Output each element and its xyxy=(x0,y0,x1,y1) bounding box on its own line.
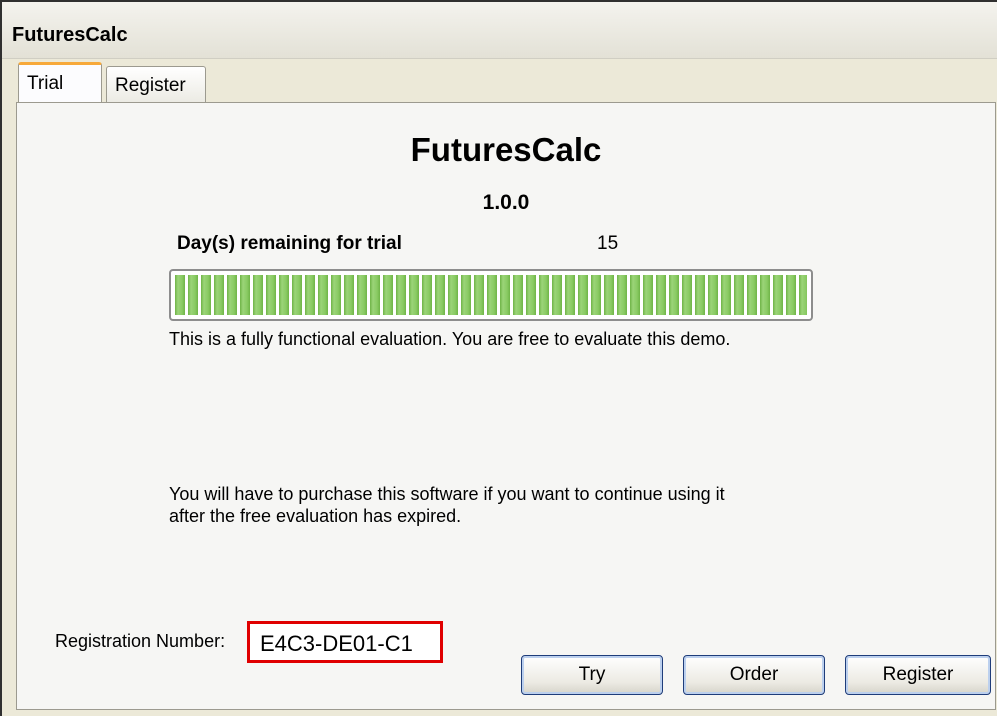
app-name-heading: FuturesCalc xyxy=(410,131,602,168)
trial-progress-fill xyxy=(175,275,807,315)
days-remaining-value: 15 xyxy=(597,233,619,254)
window-title: FuturesCalc xyxy=(12,24,128,46)
registration-number-value: E4C3-DE01-C1 xyxy=(247,621,443,663)
trial-panel: FuturesCalc 1.0.0 Day(s) remaining for t… xyxy=(16,102,996,710)
evaluation-text: This is a fully functional evaluation. Y… xyxy=(169,329,731,349)
version-label: 1.0.0 xyxy=(482,191,530,214)
registration-number-label: Registration Number: xyxy=(55,631,226,651)
try-button[interactable]: Try xyxy=(521,655,663,695)
purchase-notice: You will have to purchase this software … xyxy=(169,483,849,527)
trial-dialog-window: FuturesCalc Trial Register FuturesCalc 1… xyxy=(0,0,997,716)
trial-progress-bar xyxy=(169,269,813,321)
days-remaining-label: Day(s) remaining for trial xyxy=(177,233,402,254)
purchase-notice-line-1: You will have to purchase this software … xyxy=(169,484,725,504)
tab-register-label: Register xyxy=(115,75,186,96)
title-bar[interactable]: FuturesCalc xyxy=(2,2,997,59)
tab-trial-label: Trial xyxy=(27,73,64,94)
tab-register[interactable]: Register xyxy=(106,66,206,102)
register-button[interactable]: Register xyxy=(845,655,991,695)
purchase-notice-line-2: after the free evaluation has expired. xyxy=(169,506,462,526)
order-button[interactable]: Order xyxy=(683,655,825,695)
tab-trial[interactable]: Trial xyxy=(18,62,102,102)
